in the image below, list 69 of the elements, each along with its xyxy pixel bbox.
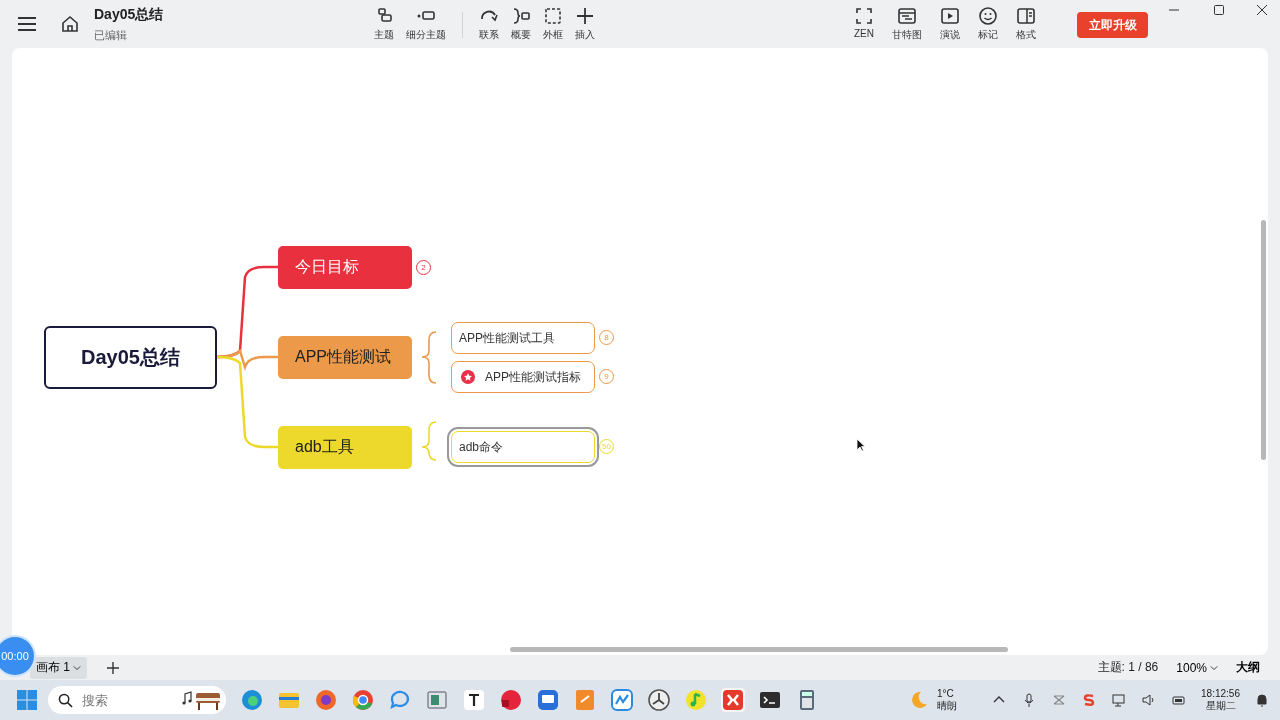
caret-icon — [73, 663, 81, 672]
typography-icon[interactable] — [462, 688, 486, 712]
window-icon[interactable] — [425, 688, 449, 712]
close-icon[interactable] — [1256, 4, 1268, 16]
maximize-icon[interactable] — [1213, 4, 1225, 16]
menu-icon[interactable] — [16, 15, 38, 33]
play-icon — [940, 6, 960, 26]
panel-icon — [1016, 6, 1036, 26]
monitor-icon[interactable] — [536, 688, 560, 712]
fullscreen-icon — [854, 6, 874, 26]
toolbar-button[interactable]: 标记 — [972, 6, 1004, 42]
dashed-frame-icon — [543, 6, 563, 26]
smiley-icon — [978, 6, 998, 26]
home-icon[interactable] — [60, 14, 80, 34]
main-topic[interactable]: 今日目标 — [278, 246, 412, 289]
pdf-icon[interactable] — [499, 688, 523, 712]
mindmap-app-icon[interactable] — [721, 688, 745, 712]
clock-icon[interactable] — [647, 688, 671, 712]
weather-condition: 晴朗 — [937, 698, 957, 713]
chrome-icon[interactable] — [351, 688, 375, 712]
toolbar-button[interactable]: 甘特图 — [886, 6, 928, 42]
add-sheet-icon[interactable] — [105, 659, 121, 676]
monitor-icon[interactable] — [1111, 692, 1128, 708]
subtopic-text: APP性能测试工具 — [459, 329, 555, 347]
sheet-tab[interactable]: 画布 1 — [30, 656, 87, 679]
mouse-pointer-icon — [856, 438, 866, 452]
toolbar-button[interactable]: 细分主题 — [400, 6, 452, 42]
piano-drawing — [182, 689, 222, 711]
clock-time[interactable]: 18:12:56 — [1201, 687, 1240, 699]
clock-weekday[interactable]: 星期二 — [1205, 698, 1236, 713]
toolbar-button[interactable]: 演说 — [934, 6, 966, 42]
central-topic[interactable]: Day05总结 — [44, 326, 217, 389]
subtopic[interactable]: APP性能测试指标 — [451, 361, 595, 393]
outline-button[interactable]: 大纲 — [1236, 659, 1260, 676]
toolbar-button[interactable]: 概要 — [505, 6, 537, 42]
caret-icon — [1210, 663, 1218, 672]
search-field[interactable]: 搜索 — [48, 686, 226, 714]
chat-bubble-icon[interactable] — [388, 688, 412, 712]
zoom-dropdown[interactable]: 100% — [1176, 660, 1218, 675]
search-icon — [58, 693, 73, 708]
start-icon[interactable] — [16, 689, 38, 711]
chart-app-icon[interactable] — [610, 688, 634, 712]
toolbar-button[interactable]: 插入 — [569, 6, 601, 42]
subtopic-text: APP性能测试指标 — [485, 368, 581, 386]
firefox-icon[interactable] — [314, 688, 338, 712]
main-topic[interactable]: APP性能测试 — [278, 336, 412, 379]
brace-icon — [511, 6, 531, 26]
brace-connector — [421, 421, 437, 461]
horizontal-scrollbar[interactable] — [510, 647, 1008, 652]
main-topic[interactable]: adb工具 — [278, 426, 412, 469]
toolbar-button[interactable]: ZEN — [848, 6, 880, 42]
topic-count: 主题: 1 / 86 — [1097, 659, 1159, 676]
upgrade-button[interactable]: 立即升级 — [1077, 12, 1148, 38]
toolbar-button[interactable]: 格式 — [1010, 6, 1042, 42]
save-status: 已编辑 — [94, 27, 128, 43]
moon-icon — [909, 690, 929, 710]
brace-connector — [421, 331, 437, 384]
vertical-scrollbar[interactable] — [1261, 220, 1266, 460]
toolbar-button[interactable]: 主题 — [368, 6, 400, 42]
document-title: Day05总结 — [94, 5, 164, 24]
subtopic-text: adb命令 — [459, 438, 504, 456]
browser-icon[interactable] — [240, 688, 264, 712]
toolbar-button[interactable]: 外框 — [537, 6, 569, 42]
toolbar-button[interactable]: 联系 — [473, 6, 505, 42]
gantt-icon — [897, 6, 917, 26]
subtopic[interactable]: APP性能测试工具 — [451, 322, 595, 354]
notification-bell-icon[interactable] — [1254, 692, 1270, 708]
plus-icon — [575, 6, 595, 26]
weather-temperature: 1°C — [937, 687, 955, 699]
